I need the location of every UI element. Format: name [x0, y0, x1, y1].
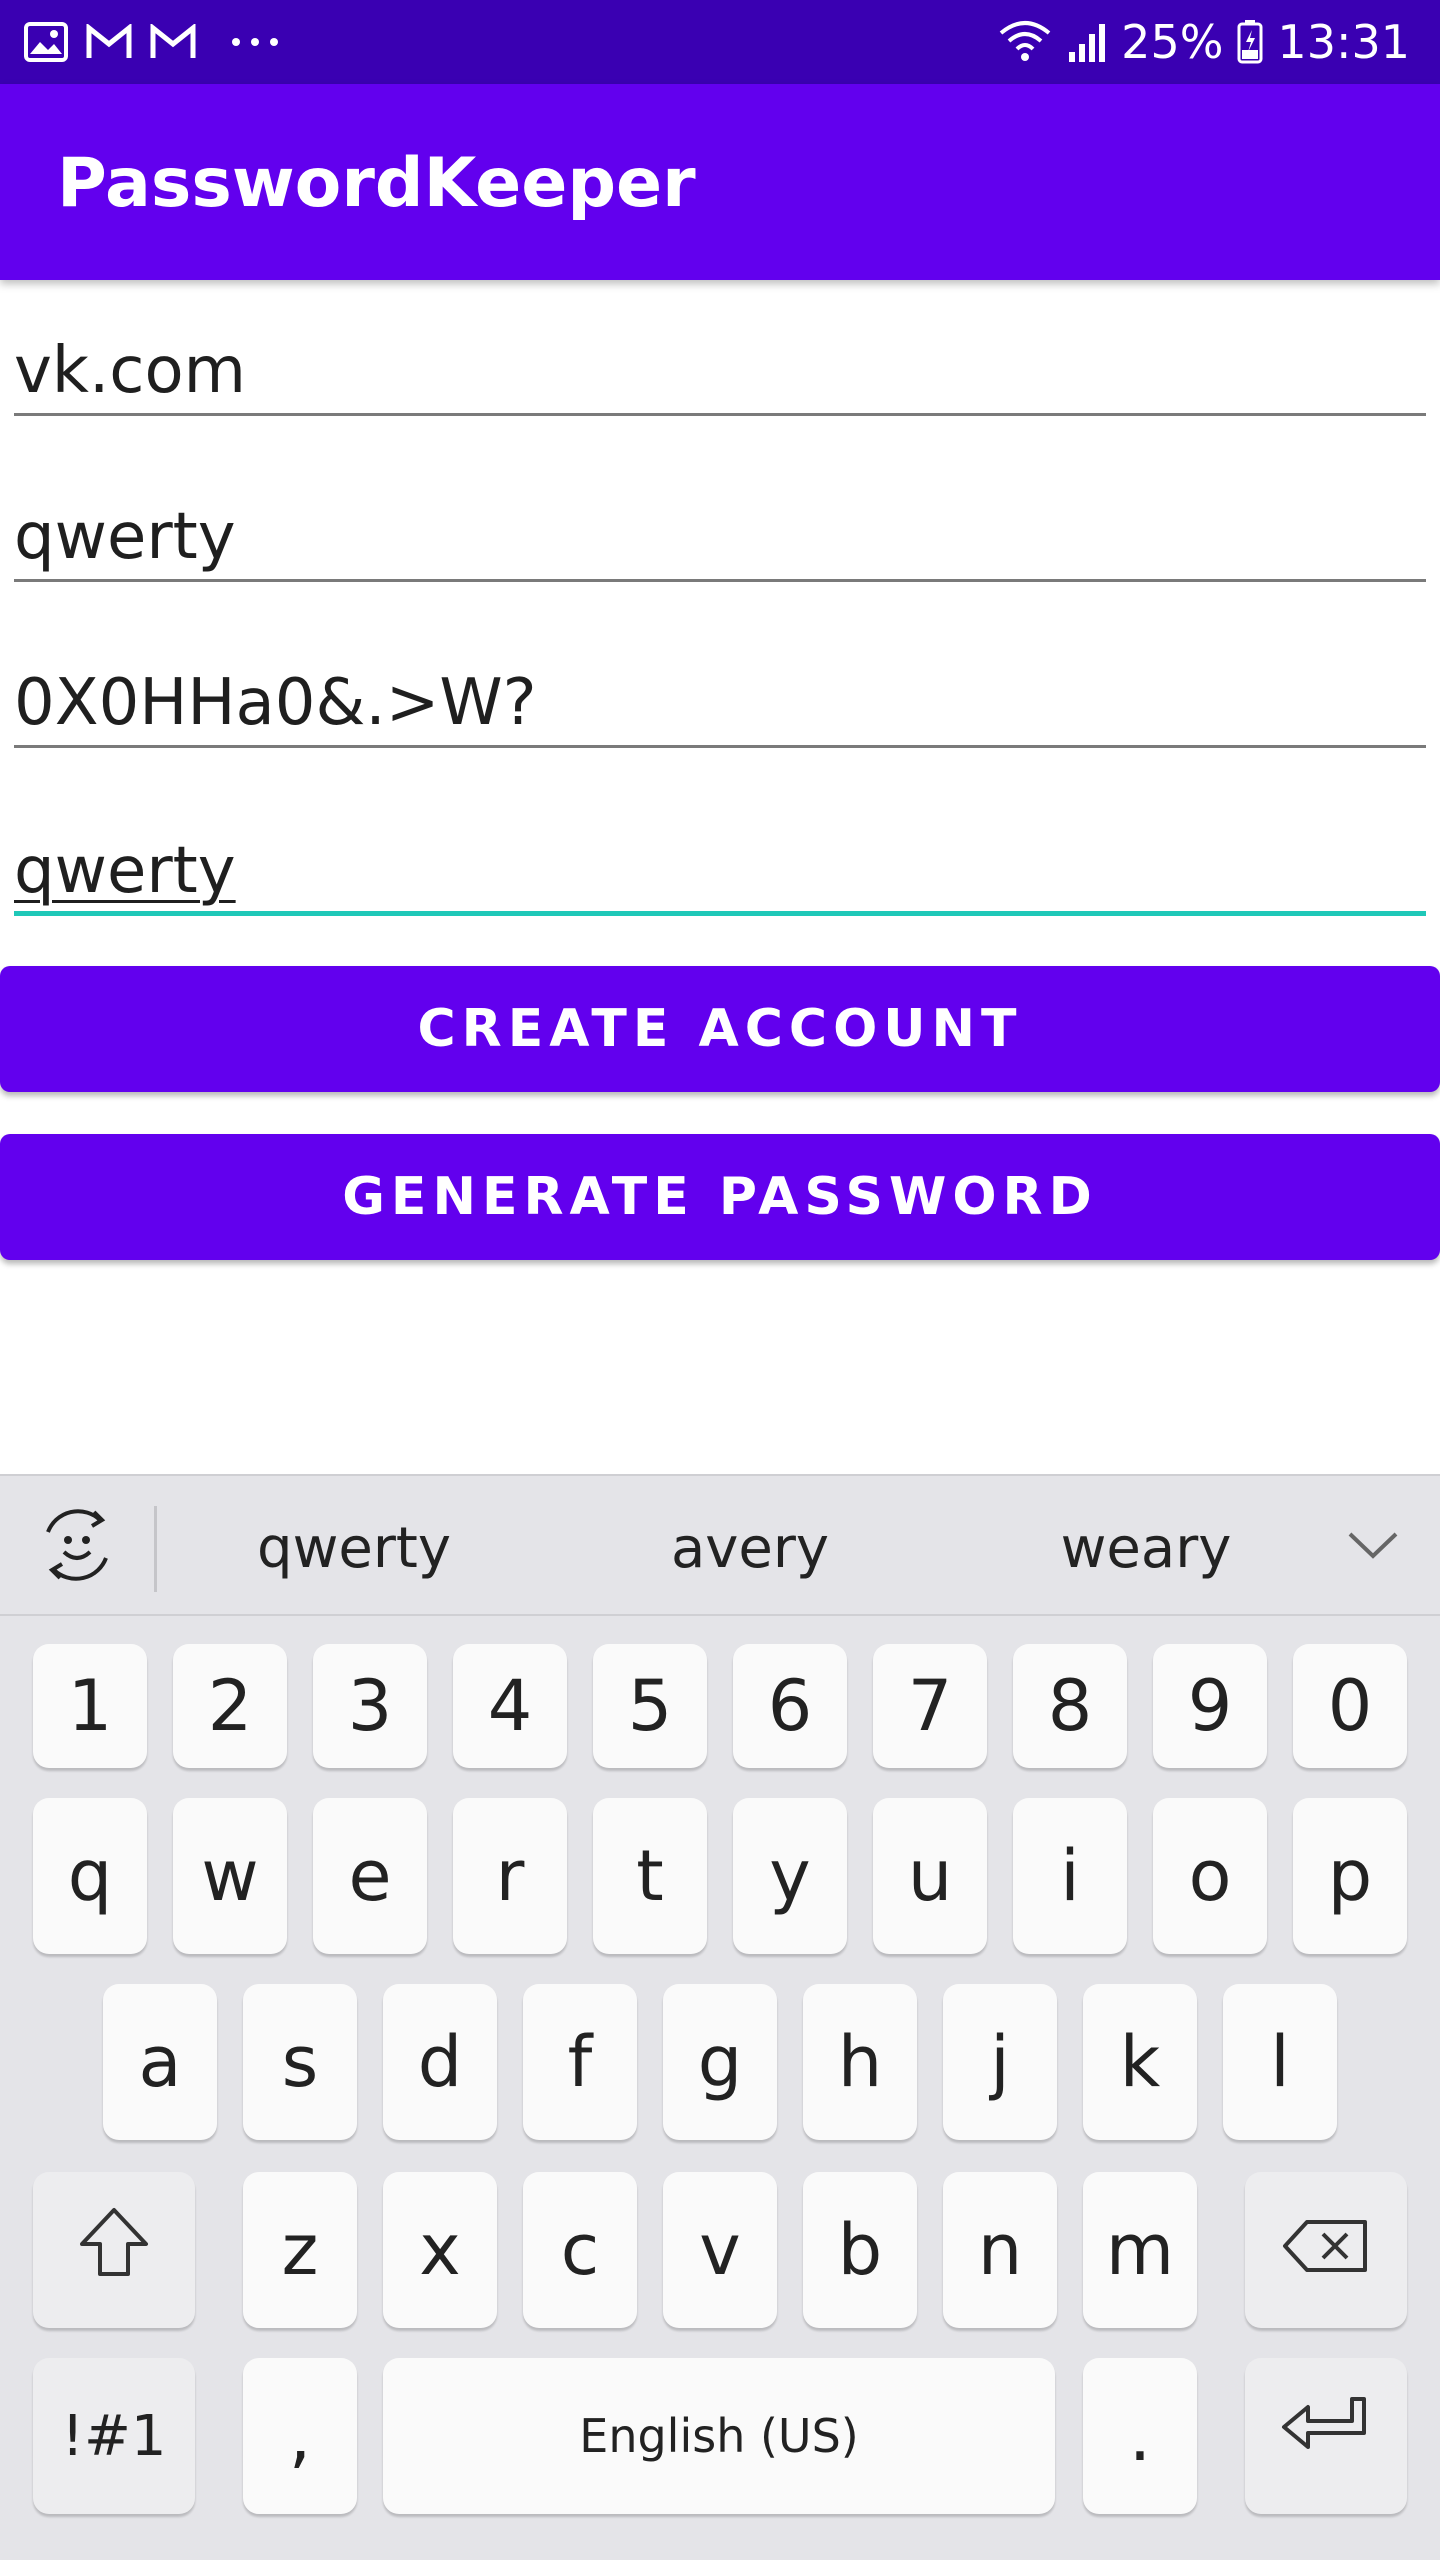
key-3[interactable]: 3: [313, 1644, 427, 1768]
more-dots-icon: [230, 36, 280, 48]
login-field-underline: [14, 579, 1426, 582]
system-icons: 25% 13:31: [997, 14, 1410, 70]
app-title: PasswordKeeper: [57, 144, 696, 223]
wifi-icon: [997, 19, 1053, 65]
key-m[interactable]: m: [1083, 2172, 1197, 2328]
notification-icons: [24, 20, 280, 64]
suggestion-bar: qwerty avery weary: [0, 1476, 1440, 1616]
symbols-key-label: !#1: [61, 2403, 167, 2469]
key-8[interactable]: 8: [1013, 1644, 1127, 1768]
key-9[interactable]: 9: [1153, 1644, 1267, 1768]
key-h[interactable]: h: [803, 1984, 917, 2140]
symbols-key[interactable]: !#1: [33, 2358, 195, 2514]
key-t[interactable]: t: [593, 1798, 707, 1954]
emoji-switch-icon[interactable]: [34, 1502, 120, 1588]
key-e[interactable]: e: [313, 1798, 427, 1954]
key-u[interactable]: u: [873, 1798, 987, 1954]
key-w[interactable]: w: [173, 1798, 287, 1954]
password-field-underline: [14, 745, 1426, 748]
battery-percent: 25%: [1121, 15, 1224, 69]
enter-key[interactable]: [1245, 2358, 1407, 2514]
chevron-down-icon[interactable]: [1344, 1520, 1402, 1570]
gmail-icon: [150, 24, 196, 60]
key-4[interactable]: 4: [453, 1644, 567, 1768]
key-0[interactable]: 0: [1293, 1644, 1407, 1768]
login-field[interactable]: qwerty: [14, 462, 1426, 582]
key-x[interactable]: x: [383, 2172, 497, 2328]
suggestion-1[interactable]: qwerty: [204, 1516, 504, 1581]
create-account-button[interactable]: CREATE ACCOUNT: [0, 966, 1440, 1092]
battery-icon: [1237, 20, 1263, 64]
site-field[interactable]: vk.com: [14, 296, 1426, 416]
key-2[interactable]: 2: [173, 1644, 287, 1768]
note-field[interactable]: qwerty: [14, 796, 1426, 916]
key-r[interactable]: r: [453, 1798, 567, 1954]
key-n[interactable]: n: [943, 2172, 1057, 2328]
key-7[interactable]: 7: [873, 1644, 987, 1768]
space-key-label: English (US): [579, 2409, 859, 2463]
backspace-key[interactable]: [1245, 2172, 1407, 2328]
shift-icon: [76, 2204, 152, 2297]
note-field-value: qwerty: [14, 834, 236, 908]
suggestion-divider: [154, 1506, 157, 1592]
enter-icon: [1278, 2393, 1374, 2480]
key-s[interactable]: s: [243, 1984, 357, 2140]
generate-password-button[interactable]: GENERATE PASSWORD: [0, 1134, 1440, 1260]
comma-key[interactable]: ,: [243, 2358, 357, 2514]
key-b[interactable]: b: [803, 2172, 917, 2328]
gallery-icon: [24, 22, 68, 62]
signal-icon: [1067, 20, 1107, 64]
key-c[interactable]: c: [523, 2172, 637, 2328]
key-5[interactable]: 5: [593, 1644, 707, 1768]
site-field-value: vk.com: [14, 334, 246, 408]
site-field-underline: [14, 413, 1426, 416]
key-q[interactable]: q: [33, 1798, 147, 1954]
suggestion-2[interactable]: avery: [600, 1516, 900, 1581]
password-field[interactable]: 0X0HHa0&.>W?: [14, 628, 1426, 748]
password-field-value: 0X0HHa0&.>W?: [14, 666, 537, 740]
key-1[interactable]: 1: [33, 1644, 147, 1768]
key-v[interactable]: v: [663, 2172, 777, 2328]
suggestion-3[interactable]: weary: [996, 1516, 1296, 1581]
gmail-icon: [86, 24, 132, 60]
login-field-value: qwerty: [14, 500, 236, 574]
period-key[interactable]: .: [1083, 2358, 1197, 2514]
key-a[interactable]: a: [103, 1984, 217, 2140]
backspace-icon: [1281, 2209, 1371, 2291]
key-d[interactable]: d: [383, 1984, 497, 2140]
key-l[interactable]: l: [1223, 1984, 1337, 2140]
shift-key[interactable]: [33, 2172, 195, 2328]
key-o[interactable]: o: [1153, 1798, 1267, 1954]
status-bar: 25% 13:31: [0, 0, 1440, 84]
key-6[interactable]: 6: [733, 1644, 847, 1768]
key-p[interactable]: p: [1293, 1798, 1407, 1954]
note-field-underline: [14, 911, 1426, 916]
app-bar: PasswordKeeper: [0, 84, 1440, 280]
key-f[interactable]: f: [523, 1984, 637, 2140]
key-z[interactable]: z: [243, 2172, 357, 2328]
key-g[interactable]: g: [663, 1984, 777, 2140]
key-j[interactable]: j: [943, 1984, 1057, 2140]
key-i[interactable]: i: [1013, 1798, 1127, 1954]
key-y[interactable]: y: [733, 1798, 847, 1954]
key-k[interactable]: k: [1083, 1984, 1197, 2140]
space-key[interactable]: English (US): [383, 2358, 1055, 2514]
clock: 13:31: [1277, 15, 1410, 69]
soft-keyboard: qwerty avery weary 1 2 3 4 5 6 7 8 9 0 q…: [0, 1474, 1440, 2560]
